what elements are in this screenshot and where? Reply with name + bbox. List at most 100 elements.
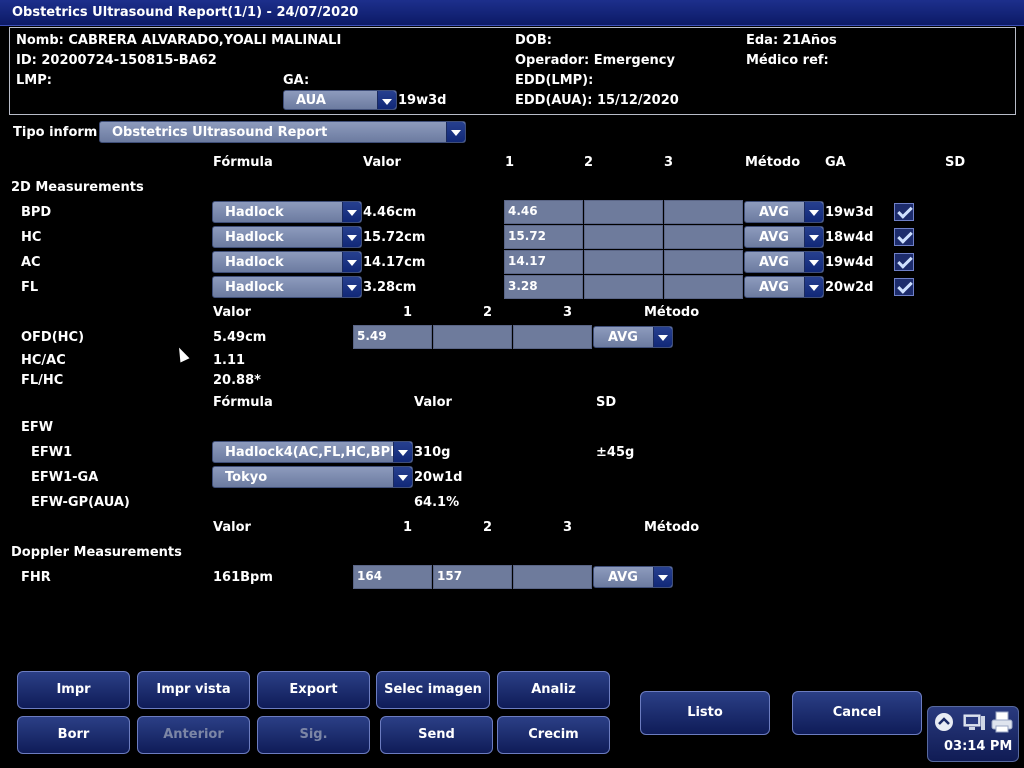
measurement-value: 4.46cm bbox=[363, 205, 417, 220]
dob-label: DOB: bbox=[515, 33, 552, 48]
ga-result: 19w3d bbox=[825, 205, 874, 220]
doppler-header-method: Método bbox=[644, 520, 700, 535]
measurement-2-field[interactable] bbox=[584, 225, 663, 249]
lmp-label: LMP: bbox=[16, 73, 52, 88]
formula-select[interactable]: Hadlock bbox=[212, 251, 362, 273]
operator-label: Operador: Emergency bbox=[515, 53, 675, 68]
up-arrow-icon[interactable] bbox=[935, 713, 953, 731]
print-button[interactable]: Impr bbox=[17, 671, 130, 709]
formula-value: Hadlock4(AC,FL,HC,BPD) bbox=[225, 445, 407, 460]
measurement-3-field[interactable] bbox=[513, 565, 592, 589]
measurement-2-field[interactable]: 157 bbox=[433, 565, 512, 589]
done-button[interactable]: Listo bbox=[640, 691, 770, 735]
export-button[interactable]: Export bbox=[257, 671, 370, 709]
method-select[interactable]: AVG bbox=[744, 276, 824, 298]
measurement-2-field[interactable] bbox=[584, 275, 663, 299]
cancel-button[interactable]: Cancel bbox=[792, 691, 922, 735]
use-in-aua-checkbox[interactable] bbox=[894, 278, 914, 296]
method-select[interactable]: AVG bbox=[744, 226, 824, 248]
measurement-3-field[interactable] bbox=[664, 225, 743, 249]
measurement-value: 5.49cm bbox=[213, 330, 267, 345]
measurement-1-field[interactable]: 3.28 bbox=[504, 275, 583, 299]
use-in-aua-checkbox[interactable] bbox=[894, 203, 914, 221]
measurement-3-field[interactable] bbox=[513, 325, 592, 349]
print-view-button[interactable]: Impr vista bbox=[137, 671, 250, 709]
efw-formula-select[interactable]: Hadlock4(AC,FL,HC,BPD) bbox=[212, 441, 413, 463]
row-name: AC bbox=[21, 255, 41, 270]
method-value: AVG bbox=[759, 280, 789, 295]
measurement-1-field[interactable]: 5.49 bbox=[353, 325, 432, 349]
formula-value: Hadlock bbox=[225, 205, 284, 220]
measurement-3-field[interactable] bbox=[664, 200, 743, 224]
formula-value: Hadlock bbox=[225, 230, 284, 245]
chevron-down-icon bbox=[393, 442, 412, 462]
measurement-1-field[interactable]: 164 bbox=[353, 565, 432, 589]
chevron-down-icon bbox=[446, 122, 465, 142]
printer-icon[interactable] bbox=[990, 711, 1014, 737]
efw-gp-value: 64.1% bbox=[414, 495, 460, 510]
growth-button[interactable]: Crecim bbox=[497, 716, 610, 754]
measurement-2-field[interactable] bbox=[584, 200, 663, 224]
mouse-cursor-icon bbox=[174, 345, 190, 363]
doppler-header-col-1: 1 bbox=[403, 520, 413, 535]
formula-select[interactable]: Hadlock bbox=[212, 201, 362, 223]
chevron-down-icon bbox=[804, 202, 823, 222]
measurement-3-field[interactable] bbox=[664, 275, 743, 299]
measurement-value: 3.28cm bbox=[363, 280, 417, 295]
chevron-down-icon bbox=[342, 277, 361, 297]
chevron-down-icon bbox=[377, 91, 396, 109]
previous-button[interactable]: Anterior bbox=[137, 716, 250, 754]
report-type-select[interactable]: Obstetrics Ultrasound Report bbox=[99, 121, 466, 143]
system-tray: 03:14 PM bbox=[927, 706, 1019, 762]
measurement-value: 161Bpm bbox=[213, 570, 273, 585]
method-value: AVG bbox=[759, 205, 789, 220]
measurement-1-field[interactable]: 15.72 bbox=[504, 225, 583, 249]
efw-ga-formula-select[interactable]: Tokyo bbox=[212, 466, 413, 488]
subheader-method: Método bbox=[644, 305, 700, 320]
use-in-aua-checkbox[interactable] bbox=[894, 253, 914, 271]
method-select[interactable]: AVG bbox=[744, 251, 824, 273]
measurement-2-field[interactable] bbox=[433, 325, 512, 349]
efw-value: 310g bbox=[414, 445, 451, 460]
header-sd: SD bbox=[945, 155, 966, 170]
use-in-aua-checkbox[interactable] bbox=[894, 228, 914, 246]
monitor-icon[interactable] bbox=[962, 713, 986, 737]
next-button[interactable]: Sig. bbox=[257, 716, 370, 754]
chevron-down-icon bbox=[653, 567, 672, 587]
measurement-3-field[interactable] bbox=[664, 250, 743, 274]
select-image-button[interactable]: Selec imagen bbox=[376, 671, 490, 709]
header-col-2: 2 bbox=[584, 155, 594, 170]
patient-id: ID: 20200724-150815-BA62 bbox=[16, 53, 217, 68]
measurement-2-field[interactable] bbox=[584, 250, 663, 274]
measurement-1-field[interactable]: 14.17 bbox=[504, 250, 583, 274]
chevron-down-icon bbox=[342, 252, 361, 272]
send-button[interactable]: Send bbox=[380, 716, 493, 754]
section-doppler-measurements: Doppler Measurements bbox=[11, 545, 182, 560]
formula-select[interactable]: Hadlock bbox=[212, 276, 362, 298]
window-title: Obstetrics Ultrasound Report(1/1) - 24/0… bbox=[12, 5, 359, 20]
delete-button[interactable]: Borr bbox=[17, 716, 130, 754]
analyze-button[interactable]: Analiz bbox=[497, 671, 610, 709]
method-value: AVG bbox=[608, 330, 638, 345]
row-name: OFD(HC) bbox=[21, 330, 85, 345]
chevron-down-icon bbox=[804, 252, 823, 272]
method-select[interactable]: AVG bbox=[744, 201, 824, 223]
efw-header-value: Valor bbox=[414, 395, 452, 410]
chevron-down-icon bbox=[342, 202, 361, 222]
efw-sd: ±45g bbox=[596, 445, 635, 460]
method-select[interactable]: AVG bbox=[593, 566, 673, 588]
ratio-fl-hc-value: 20.88* bbox=[213, 373, 261, 388]
ga-source-select[interactable]: AUA bbox=[283, 90, 397, 110]
clock: 03:14 PM bbox=[944, 739, 1013, 754]
row-name: HC bbox=[21, 230, 42, 245]
measurement-1-field[interactable]: 4.46 bbox=[504, 200, 583, 224]
header-col-3: 3 bbox=[664, 155, 674, 170]
formula-select[interactable]: Hadlock bbox=[212, 226, 362, 248]
method-select[interactable]: AVG bbox=[593, 326, 673, 348]
referring-doctor-label: Médico ref: bbox=[746, 53, 829, 68]
row-name: FL bbox=[21, 280, 39, 295]
subheader-col-1: 1 bbox=[403, 305, 413, 320]
edd-aua-label: EDD(AUA): 15/12/2020 bbox=[515, 93, 679, 108]
header-formula: Fórmula bbox=[213, 155, 273, 170]
method-value: AVG bbox=[759, 255, 789, 270]
